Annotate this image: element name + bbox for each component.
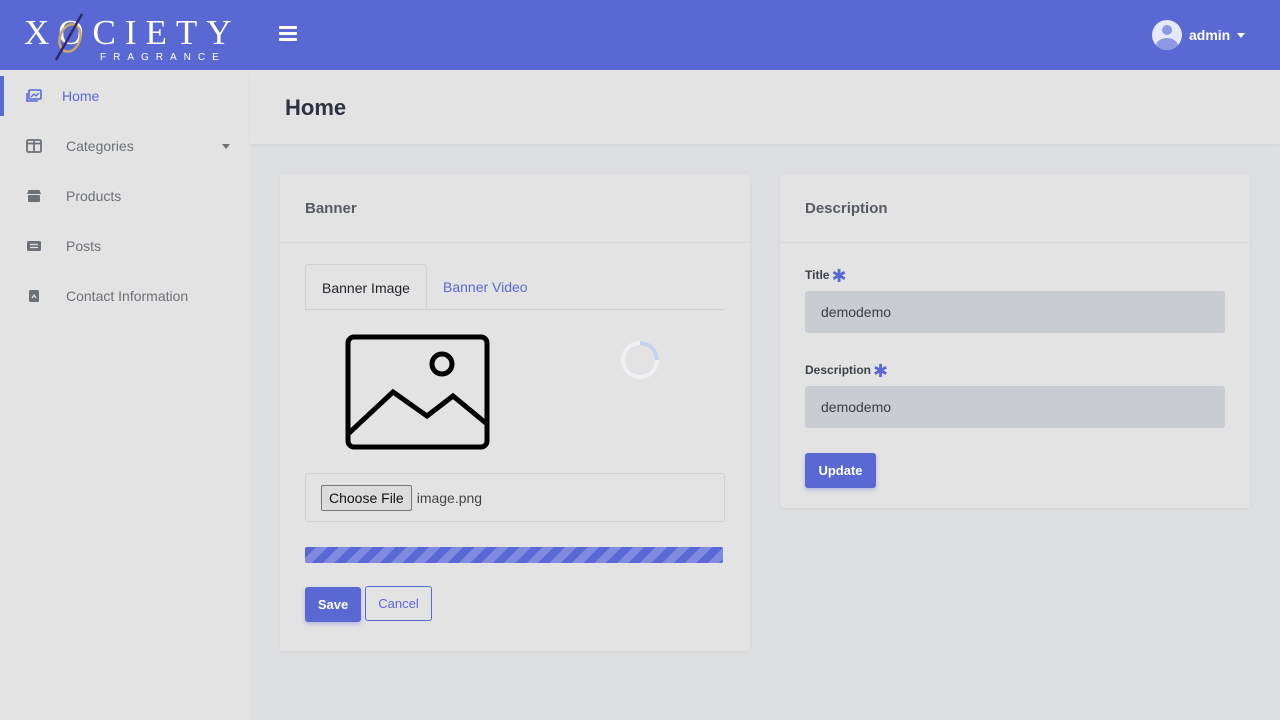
caret-down-icon [1237,32,1246,38]
sidebar-item-contact-information[interactable]: Contact Information [0,276,250,316]
field-label-text: Title [805,268,830,282]
field-label-text: Description [805,363,872,377]
card-title: Description [805,200,888,217]
brand-tagline: FRAGRANCE [100,52,226,63]
loading-spinner-icon [621,341,659,379]
brand-logo[interactable]: XOCIETY FRAGRANCE [24,8,234,64]
caret-down-icon [222,143,230,149]
avatar [1152,20,1182,50]
tab-underline [305,309,725,310]
sidebar-item-home[interactable]: Home [0,76,250,116]
logo-swoosh-icon [54,13,84,61]
sidebar-item-label: Home [62,88,100,104]
sidebar-item-label: Categories [66,138,134,154]
save-button[interactable]: Save [305,587,361,622]
sidebar-item-products[interactable]: Products [0,176,250,216]
divider [280,242,750,243]
title-field[interactable]: demodemo [805,291,1225,333]
card-title: Banner [305,200,357,217]
banner-card: Banner Banner Image Banner Video Choose … [280,174,750,651]
tab-banner-image[interactable]: Banner Image [305,264,427,310]
required-asterisk-icon: ✱ [831,266,847,286]
sidebar-item-label: Contact Information [66,288,189,304]
description-field-label: Description ✱ [805,361,888,382]
upload-progress-bar [305,547,723,563]
choose-file-button[interactable]: Choose File [321,484,412,511]
sidebar-item-label: Posts [66,238,102,254]
divider [780,242,1250,243]
title-field-label: Title ✱ [805,266,847,287]
top-navbar: XOCIETY FRAGRANCE admin [0,0,1280,70]
username: admin [1189,27,1231,43]
menu-toggle-icon[interactable] [279,26,299,44]
page-title: Home [285,95,347,120]
selected-file-name: image.png [416,489,483,506]
user-menu[interactable]: admin [1152,20,1246,50]
sidebar: Home Categories Products Posts Contact I… [0,70,250,720]
list-icon [27,241,41,251]
description-card: Description Title ✱ demodemo Description ✱… [780,174,1250,508]
image-icon [26,89,42,102]
description-field[interactable]: demodemo [805,386,1225,428]
tab-banner-video[interactable]: Banner Video [443,264,528,310]
sidebar-item-categories[interactable]: Categories [0,126,250,166]
image-placeholder-icon [345,334,490,450]
sidebar-item-label: Products [66,188,122,204]
update-button[interactable]: Update [805,453,876,488]
store-icon [27,190,41,202]
columns-icon [26,139,42,153]
file-upload-field: Choose File image.png [305,473,725,522]
page-header: Home [250,70,1280,144]
required-asterisk-icon: ✱ [873,361,889,381]
contact-book-icon [29,290,39,302]
cancel-button[interactable]: Cancel [365,586,432,621]
sidebar-item-posts[interactable]: Posts [0,226,250,266]
